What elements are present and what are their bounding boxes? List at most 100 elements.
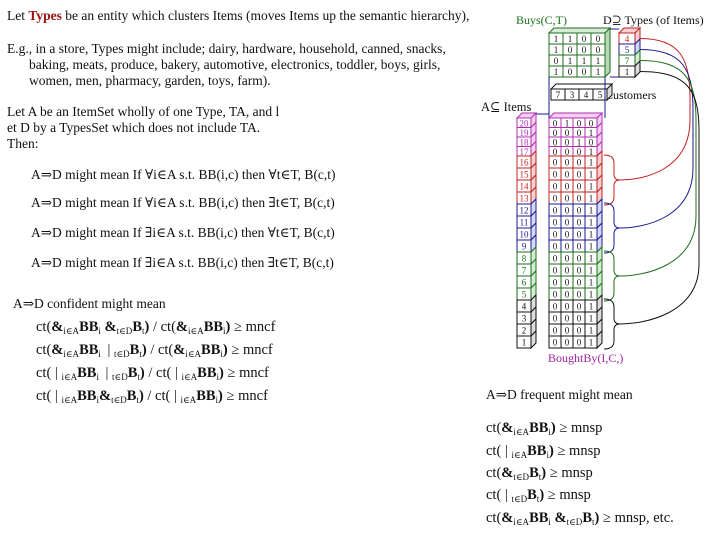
boughtby-cell-value: 0	[553, 147, 558, 157]
buys-cell-value: 0	[568, 45, 573, 55]
boughtby-cell-value: 0	[565, 326, 570, 336]
boughtby-cell-value: 0	[577, 242, 582, 252]
boughtby-cell-value: 0	[577, 230, 582, 240]
boughtby-cell-value: 0	[553, 242, 558, 252]
boughtby-cell-value: 0	[577, 158, 582, 168]
item-label-cell-value: 15	[520, 170, 530, 180]
buys-cell-value: 1	[596, 67, 601, 77]
buys-cell-value: 1	[582, 56, 587, 66]
customer-cell-value: 3	[570, 90, 575, 100]
boughtby-cell-value: 1	[577, 137, 582, 147]
boughtby-cell-value: 1	[589, 128, 594, 138]
boughtby-cell-value: 0	[577, 314, 582, 324]
boughtby-cell-value: 0	[565, 314, 570, 324]
boughtby-cell-value: 0	[553, 218, 558, 228]
boughtby-cell-value: 0	[565, 290, 570, 300]
boughtby-cell-value: 0	[553, 137, 558, 147]
customer-cell-value: 5	[598, 90, 603, 100]
customer-cell-value: 4	[584, 90, 589, 100]
boughtby-cell-value: 0	[553, 338, 558, 348]
buys-matrix-side	[604, 26, 611, 79]
boughtby-cell-value: 1	[589, 242, 594, 252]
types-cell-value: 5	[625, 45, 630, 55]
boughtby-cell-value: 0	[565, 218, 570, 228]
item-label-cell-value: 11	[520, 218, 529, 228]
boughtby-cell-value: 0	[553, 266, 558, 276]
buys-cell-value: 1	[568, 56, 573, 66]
buys-cell-value: 0	[582, 67, 587, 77]
boughtby-cell-value: 0	[577, 278, 582, 288]
boughtby-cell-value: 0	[553, 314, 558, 324]
boughtby-cell-value: 1	[589, 266, 594, 276]
item-label-cell-value: 4	[522, 302, 527, 312]
boughtby-cell-value: 1	[589, 278, 594, 288]
boughtby-cell-value: 0	[577, 302, 582, 312]
boughtby-cell-value: 0	[565, 278, 570, 288]
boughtby-cell-value: 0	[565, 254, 570, 264]
group-brace	[603, 298, 621, 350]
item-label-cell-value: 8	[522, 254, 527, 264]
boughtby-cell-value: 0	[553, 206, 558, 216]
boughtby-cell-value: 0	[577, 218, 582, 228]
buys-cell-value: 1	[554, 34, 559, 44]
boughtby-cell-value: 0	[553, 278, 558, 288]
group-brace	[603, 154, 621, 206]
boughtby-cell-value: 0	[577, 290, 582, 300]
buys-cell-value: 0	[596, 34, 601, 44]
buys-matrix-top	[547, 27, 612, 34]
customers-row-top	[549, 83, 614, 90]
boughtby-cell-value: 0	[577, 170, 582, 180]
item-label-cell-value: 20	[520, 118, 530, 128]
item-label-cell-value: 18	[520, 137, 530, 147]
boughtby-cell-value: 0	[553, 326, 558, 336]
buys-cell-value: 1	[596, 56, 601, 66]
item-label-cell-value: 9	[522, 242, 527, 252]
buys-cell-value: 0	[582, 34, 587, 44]
boughtby-cell-value: 1	[589, 158, 594, 168]
boughtby-cell-value: 0	[565, 194, 570, 204]
boughtby-cell-value: 0	[553, 230, 558, 240]
boughtby-cell-value: 1	[589, 182, 594, 192]
item-label-cell-value: 10	[520, 230, 530, 240]
item-label-cell-value: 12	[520, 206, 529, 216]
buys-cell-value: 1	[554, 67, 559, 77]
buys-cell-value: 1	[568, 34, 573, 44]
boughtby-cell-value: 0	[565, 302, 570, 312]
boughtby-cell-value: 1	[589, 194, 594, 204]
boughtby-cell-value: 0	[565, 170, 570, 180]
item-label-cell-value: 19	[520, 128, 530, 138]
boughtby-cell-value: 1	[589, 254, 594, 264]
types-cell-value: 7	[625, 56, 630, 66]
group-brace	[603, 250, 621, 302]
boughtby-cell-value: 0	[565, 242, 570, 252]
boughtby-cell-value: 1	[589, 314, 594, 324]
boughtby-cell-value: 0	[577, 194, 582, 204]
boughtby-cell-value: 1	[589, 290, 594, 300]
boughtby-cell-value: 0	[565, 128, 570, 138]
buys-boughtby-diagram: 1 1 0 01 0 0 00 1 1 11 0 0 145717 3 4 520 0 1 0 019 0 0 0 118 0 0…	[515, 26, 700, 350]
boughtby-cell-value: 0	[553, 254, 558, 264]
boughtby-cell-value: 0	[553, 118, 558, 128]
item-label-cell-value: 1	[522, 338, 527, 348]
boughtby-cell-value: 0	[565, 230, 570, 240]
boughtby-matrix-top	[547, 112, 604, 119]
boughtby-cell-value: 0	[565, 206, 570, 216]
boughtby-cell-value: 0	[553, 194, 558, 204]
boughtby-cell-value: 0	[553, 170, 558, 180]
buys-cell-value: 0	[568, 67, 573, 77]
item-label-cell-value: 14	[520, 182, 530, 192]
boughtby-cell-value: 0	[577, 254, 582, 264]
boughtby-cell-value: 0	[577, 206, 582, 216]
types-cell-value: 1	[625, 67, 630, 77]
group-brace	[603, 202, 621, 254]
boughtby-cell-value: 0	[577, 128, 582, 138]
group-to-type-curve	[619, 71, 700, 325]
item-label-cell-value: 2	[522, 326, 527, 336]
boughtby-cell-value: 0	[565, 182, 570, 192]
boughtby-cell-value: 0	[565, 147, 570, 157]
item-label-cell-value: 17	[520, 147, 530, 157]
boughtby-cell-value: 0	[553, 290, 558, 300]
boughtby-cell-value: 0	[565, 266, 570, 276]
boughtby-cell-value: 0	[577, 182, 582, 192]
group-to-type-curve	[619, 60, 697, 277]
